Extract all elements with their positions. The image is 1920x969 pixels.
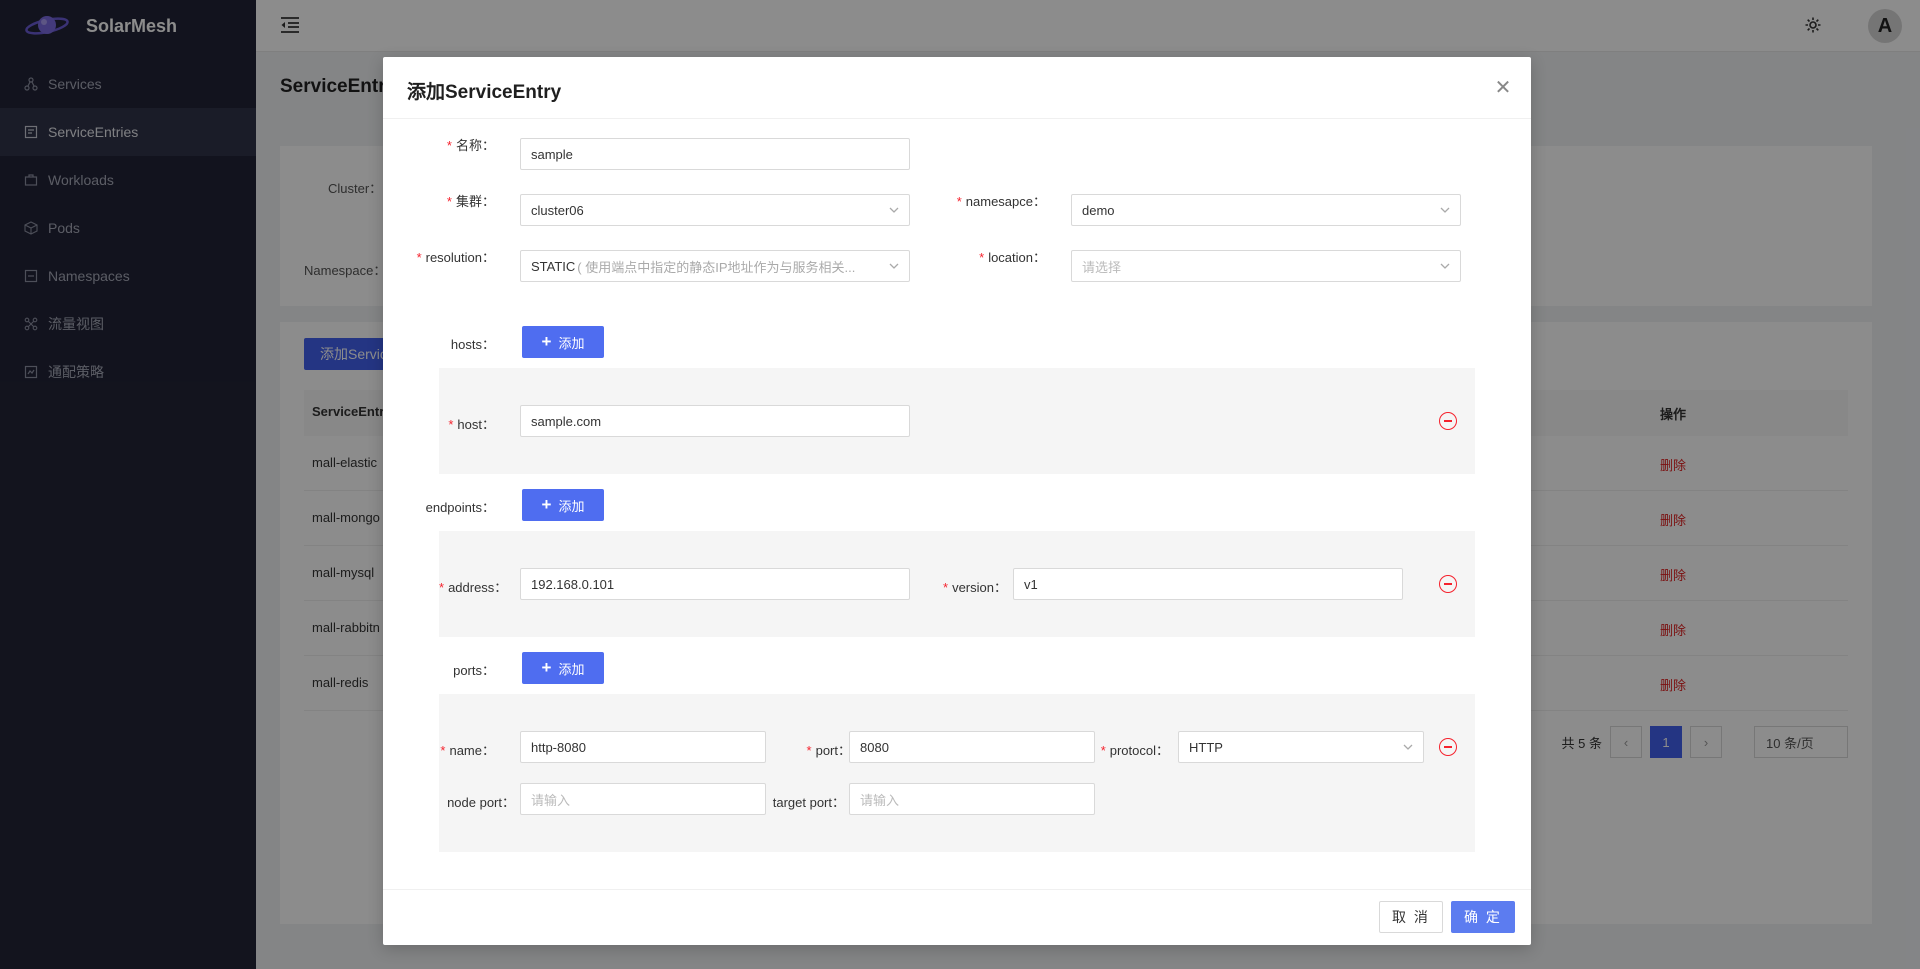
- remove-port-icon[interactable]: [1439, 738, 1457, 756]
- cluster-label: * 集群：: [446, 194, 495, 209]
- ports-label: ports：: [453, 663, 495, 678]
- resolution-hint: ( 使用端点中指定的静态IP地址作为与服务相关...: [577, 259, 856, 275]
- location-label: * location：: [979, 250, 1046, 265]
- chevron-down-icon: [889, 207, 899, 213]
- target-port-input[interactable]: 请输入: [849, 783, 1095, 815]
- modal-title: 添加ServiceEntry: [407, 82, 562, 103]
- port-input[interactable]: 8080: [849, 731, 1095, 763]
- node-port-input[interactable]: 请输入: [520, 783, 766, 815]
- target-port-label: target port：: [772, 795, 845, 810]
- port-group: * name： http-8080 * port： 8080 * protocol： …: [439, 694, 1475, 852]
- port-name-input[interactable]: http-8080: [520, 731, 766, 763]
- cancel-button[interactable]: 取 消: [1379, 901, 1443, 933]
- plus-icon: +: [541, 332, 552, 351]
- node-port-label: node port：: [447, 795, 515, 810]
- port-name-label: * name：: [440, 743, 495, 758]
- location-select[interactable]: 请选择: [1071, 250, 1461, 282]
- address-label: * address：: [439, 580, 508, 595]
- protocol-label: * protocol：: [1100, 743, 1169, 758]
- chevron-down-icon: [1403, 744, 1413, 750]
- chevron-down-icon: [889, 263, 899, 269]
- add-endpoint-button[interactable]: + 添加: [522, 489, 604, 521]
- chevron-down-icon: [1440, 263, 1450, 269]
- host-group: * host： sample.com: [439, 368, 1475, 474]
- cluster-select[interactable]: cluster06: [520, 194, 910, 226]
- chevron-down-icon: [1440, 207, 1450, 213]
- ok-button[interactable]: 确 定: [1451, 901, 1515, 933]
- add-port-button[interactable]: + 添加: [522, 652, 604, 684]
- modal-header: 添加ServiceEntry ✕: [383, 57, 1531, 119]
- address-input[interactable]: 192.168.0.101: [520, 568, 910, 600]
- namespace-select[interactable]: demo: [1071, 194, 1461, 226]
- remove-endpoint-icon[interactable]: [1439, 575, 1457, 593]
- namespace-label: * namesapce：: [956, 194, 1046, 209]
- close-icon[interactable]: ✕: [1491, 75, 1515, 99]
- add-serviceentry-modal: 添加ServiceEntry ✕ * 名称： sample * 集群： cluste…: [383, 57, 1531, 945]
- version-label: * version：: [943, 580, 1007, 595]
- protocol-select[interactable]: HTTP: [1178, 731, 1424, 763]
- port-label: * port：: [806, 743, 851, 758]
- add-host-button[interactable]: + 添加: [522, 326, 604, 358]
- endpoint-group: * address： 192.168.0.101 * version： v1: [439, 531, 1475, 637]
- host-input[interactable]: sample.com: [520, 405, 910, 437]
- resolution-label: * resolution：: [416, 250, 495, 265]
- plus-icon: +: [541, 658, 552, 677]
- modal-footer: 取 消 确 定: [383, 889, 1531, 945]
- version-input[interactable]: v1: [1013, 568, 1403, 600]
- plus-icon: +: [541, 495, 552, 514]
- resolution-select[interactable]: STATIC( 使用端点中指定的静态IP地址作为与服务相关...: [520, 250, 910, 282]
- name-input[interactable]: sample: [520, 138, 910, 170]
- host-label: * host：: [448, 417, 495, 432]
- remove-host-icon[interactable]: [1439, 412, 1457, 430]
- endpoints-label: endpoints：: [425, 500, 495, 515]
- name-label: * 名称：: [446, 138, 495, 153]
- modal-body: * 名称： sample * 集群： cluster06 * namesapce： d…: [383, 119, 1531, 889]
- hosts-label: hosts：: [450, 337, 495, 352]
